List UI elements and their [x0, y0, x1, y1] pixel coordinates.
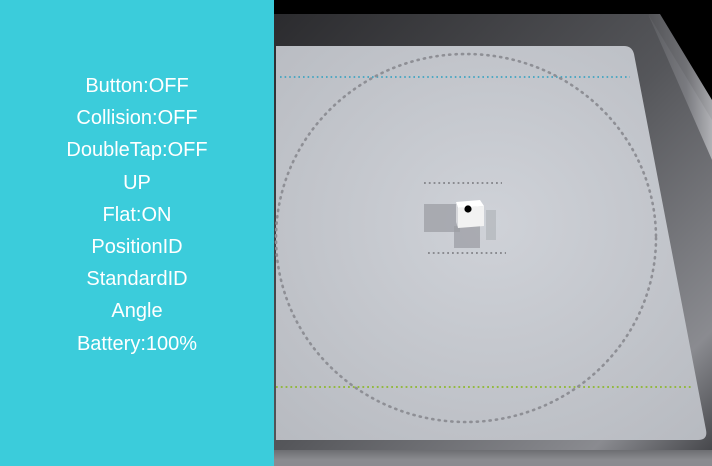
simulation-viewport[interactable]: Button:OFF Collision:OFF DoubleTap:OFF U… — [0, 0, 712, 466]
play-mat — [276, 46, 707, 440]
double-tap-status: DoubleTap:OFF — [66, 139, 208, 162]
battery-status: Battery:100% — [76, 332, 198, 355]
button-status: Button:OFF — [85, 75, 189, 97]
collision-status: Collision:OFF — [76, 107, 198, 130]
position-id-status: PositionID — [91, 236, 183, 259]
flat-status: Flat:ON — [102, 203, 172, 226]
angle-status: Angle — [111, 300, 163, 323]
frame-bottom-edge — [262, 460, 712, 466]
standard-id-status: StandardID — [86, 268, 188, 291]
robot-cube[interactable] — [456, 200, 484, 228]
status-panel: Button:OFF Collision:OFF DoubleTap:OFF U… — [0, 0, 274, 466]
posture-status: UP — [123, 171, 151, 194]
robot-marker-dot — [464, 205, 472, 213]
